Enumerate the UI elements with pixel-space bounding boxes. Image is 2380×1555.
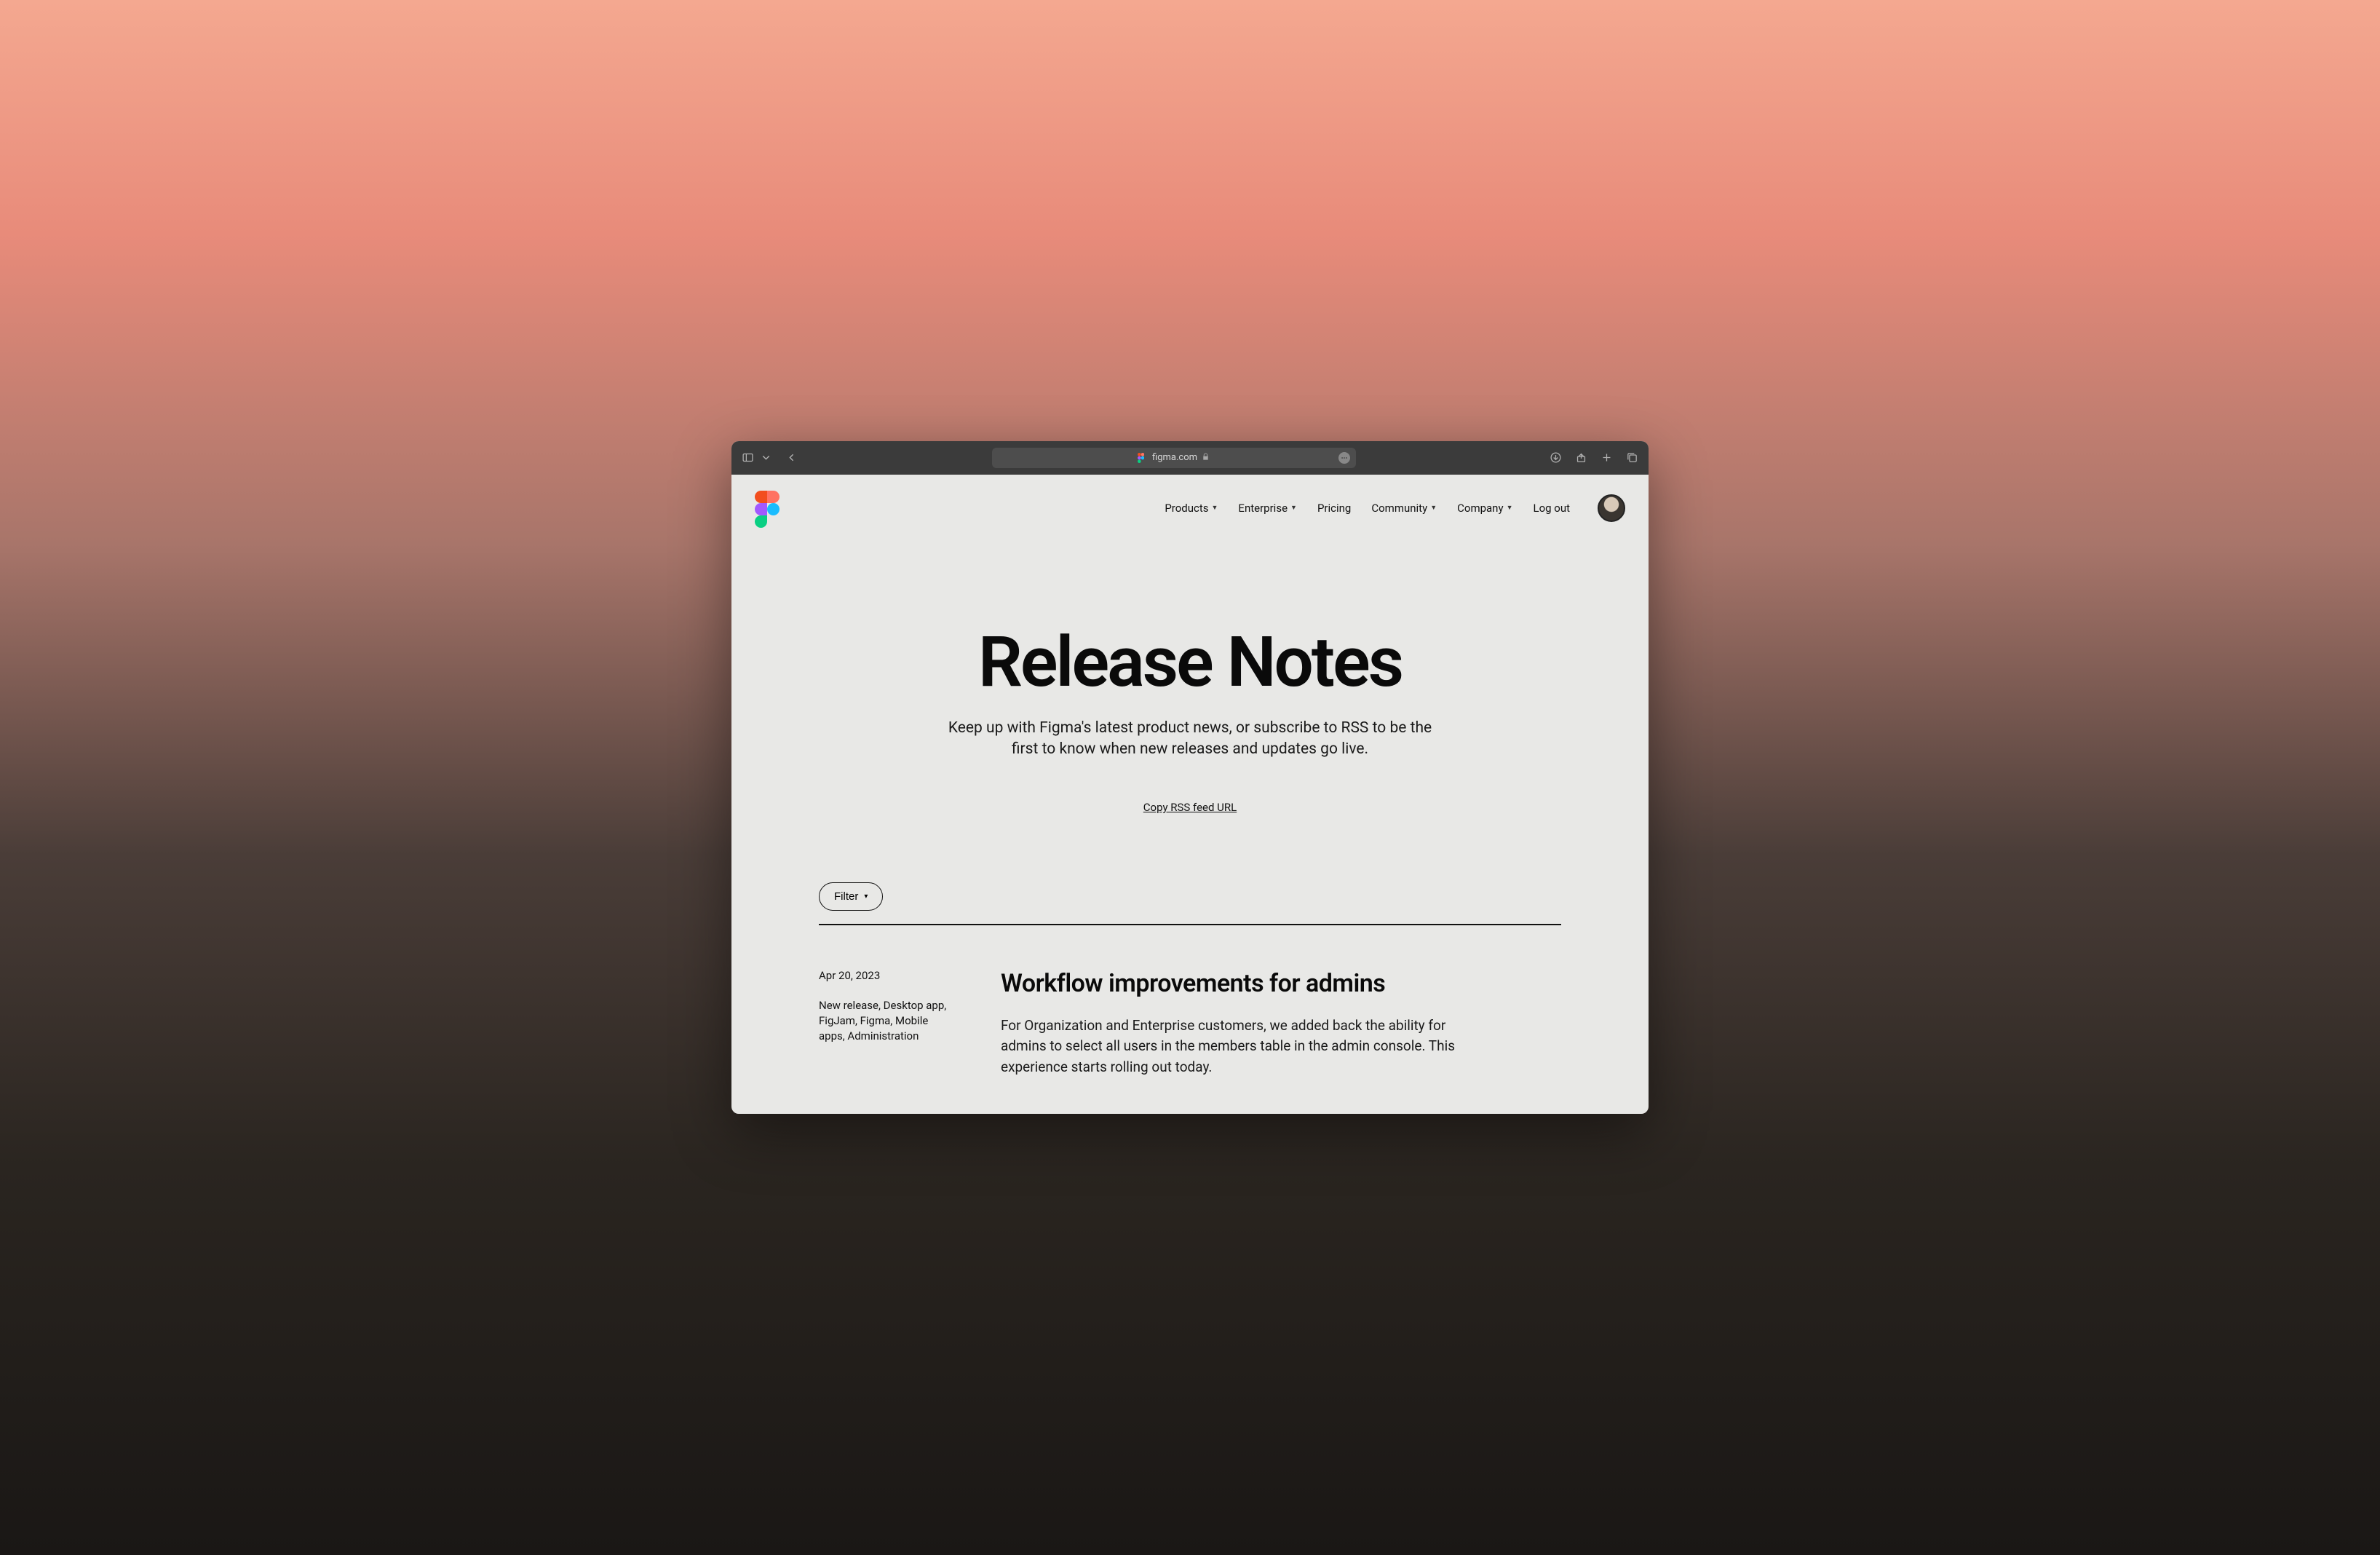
lock-icon — [1202, 453, 1210, 463]
chevron-down-icon: ▾ — [864, 893, 868, 901]
entry-title: Workflow improvements for admins — [1001, 969, 1561, 998]
avatar[interactable] — [1598, 494, 1625, 522]
share-icon[interactable] — [1575, 451, 1587, 464]
logout-link[interactable]: Log out — [1533, 502, 1570, 515]
entry-body: Workflow improvements for admins For Org… — [1001, 969, 1561, 1078]
release-entry: Apr 20, 2023 New release, Desktop app, F… — [819, 969, 1561, 1100]
filter-label: Filter — [834, 890, 858, 903]
site-header: Products▼ Enterprise▼ Pricing Community▼… — [731, 475, 1649, 526]
page-subtitle: Keep up with Figma's latest product news… — [943, 718, 1437, 761]
chevron-down-icon: ▼ — [1212, 504, 1218, 512]
entry-text: For Organization and Enterprise customer… — [1001, 1016, 1467, 1078]
divider — [819, 924, 1561, 925]
downloads-icon[interactable] — [1550, 451, 1562, 464]
nav-label: Products — [1165, 502, 1208, 515]
address-bar[interactable]: figma.com — [992, 448, 1356, 468]
nav-label: Enterprise — [1238, 502, 1288, 515]
browser-window: figma.com — [731, 441, 1649, 1115]
tabs-icon[interactable] — [1626, 451, 1638, 464]
filter-button[interactable]: Filter ▾ — [819, 882, 883, 911]
chevron-down-icon: ▼ — [1290, 504, 1297, 512]
nav-label: Pricing — [1317, 502, 1351, 515]
nav-label: Community — [1371, 502, 1427, 515]
nav-pricing[interactable]: Pricing — [1317, 502, 1351, 515]
nav-company[interactable]: Company ▼ — [1457, 502, 1512, 515]
new-tab-icon[interactable] — [1600, 451, 1613, 464]
hero: Release Notes Keep up with Figma's lates… — [731, 526, 1649, 866]
figma-favicon-icon — [1138, 453, 1148, 463]
page-title: Release Notes — [761, 628, 1619, 697]
entry-tags: New release, Desktop app, FigJam, Figma,… — [819, 998, 950, 1044]
content-area: Filter ▾ Apr 20, 2023 New release, Deskt… — [731, 865, 1649, 1114]
nav-products[interactable]: Products ▼ — [1165, 502, 1218, 515]
nav-enterprise[interactable]: Enterprise▼ — [1238, 502, 1297, 515]
sidebar-toggle-icon[interactable] — [742, 451, 754, 464]
chevron-down-icon[interactable] — [760, 451, 772, 464]
nav-label: Company — [1457, 502, 1503, 515]
chevron-down-icon: ▼ — [1430, 504, 1437, 512]
browser-toolbar: figma.com — [731, 441, 1649, 475]
copy-rss-link[interactable]: Copy RSS feed URL — [1143, 801, 1237, 814]
address-domain: figma.com — [1152, 452, 1197, 463]
figma-logo[interactable] — [755, 491, 780, 526]
more-icon[interactable] — [1338, 452, 1350, 464]
entry-meta: Apr 20, 2023 New release, Desktop app, F… — [819, 969, 950, 1078]
main-nav: Products▼ Enterprise▼ Pricing Community▼… — [1165, 494, 1625, 522]
nav-community[interactable]: Community▼ — [1371, 502, 1437, 515]
chevron-down-icon: ▼ — [1507, 504, 1513, 512]
back-icon[interactable] — [785, 451, 798, 464]
entry-date: Apr 20, 2023 — [819, 969, 950, 982]
